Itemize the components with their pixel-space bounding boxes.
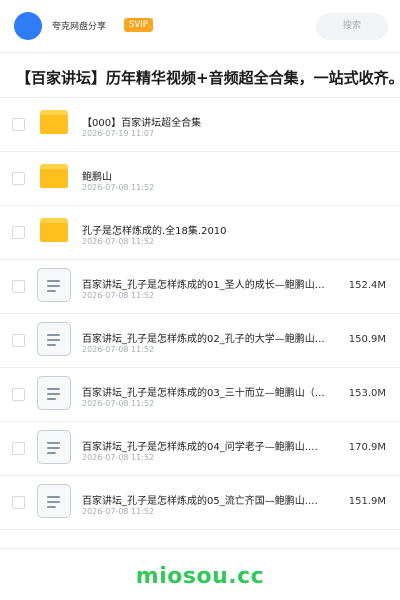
file-icon [37,430,71,464]
item-date: 2026-07-08 11:52 [82,183,155,192]
item-size: 150.9M [348,334,386,345]
watermark: miosou.cc [135,564,265,589]
divider [0,548,400,549]
share-title-bar: 【百家讲坛】历年精华视频+音频超全合集，一站式收齐。 [0,52,400,98]
file-icon [37,268,71,302]
folder-icon [40,164,68,188]
item-name: 【000】百家讲坛超全合集 [82,118,202,129]
row-checkbox[interactable] [12,334,25,347]
share-name: 夸克网盘分享 [52,22,107,32]
file-row[interactable]: 百家讲坛_孔子是怎样炼成的03_三十而立—鲍鹏山（… 2026-07-08 11:… [0,368,400,422]
item-size: 152.4M [348,280,386,291]
item-name: 百家讲坛_孔子是怎样炼成的02_孔子的大学—鲍鹏山… [82,334,325,345]
folder-row[interactable]: 鲍鹏山 2026-07-08 11:52 [0,152,400,206]
item-date: 2026-07-19 11:07 [82,129,155,138]
item-date: 2026-07-08 11:52 [82,237,155,246]
search-input[interactable]: 搜索 [316,13,388,40]
item-size: 153.0M [348,388,386,399]
item-name: 百家讲坛_孔子是怎样炼成的05_流亡齐国—鲍鹏山.… [82,496,318,507]
item-date: 2026-07-08 11:52 [82,507,155,516]
file-icon [37,484,71,518]
folder-icon [40,218,68,242]
file-row[interactable]: 百家讲坛_孔子是怎样炼成的05_流亡齐国—鲍鹏山.… 2026-07-08 11:… [0,476,400,530]
item-size: 151.9M [348,496,386,507]
svip-badge: SVIP [124,18,153,32]
item-date: 2026-07-08 11:52 [82,399,155,408]
file-icon [37,322,71,356]
file-icon [37,376,71,410]
item-date: 2026-07-08 11:52 [82,453,155,462]
row-checkbox[interactable] [12,118,25,131]
item-name: 百家讲坛_孔子是怎样炼成的01_圣人的成长—鲍鹏山… [82,280,325,291]
page-title: 【百家讲坛】历年精华视频+音频超全合集，一站式收齐。 [16,69,400,87]
avatar[interactable] [14,12,42,40]
row-checkbox[interactable] [12,388,25,401]
item-name: 鲍鹏山 [82,172,112,183]
file-list: 【000】百家讲坛超全合集 2026-07-19 11:07 鲍鹏山 2026-07-… [0,98,400,530]
folder-row[interactable]: 孔子是怎样炼成的.全18集.2010 2026-07-08 11:52 [0,206,400,260]
app-header: 夸克网盘分享 SVIP 搜索 [0,0,400,52]
item-size: 170.9M [348,442,386,453]
item-date: 2026-07-08 11:52 [82,345,155,354]
file-row[interactable]: 百家讲坛_孔子是怎样炼成的04_问学老子—鲍鹏山.… 2026-07-08 11:… [0,422,400,476]
row-checkbox[interactable] [12,226,25,239]
file-row[interactable]: 百家讲坛_孔子是怎样炼成的02_孔子的大学—鲍鹏山… 2026-07-08 11:… [0,314,400,368]
item-name: 百家讲坛_孔子是怎样炼成的03_三十而立—鲍鹏山（… [82,388,325,399]
file-row[interactable]: 百家讲坛_孔子是怎样炼成的01_圣人的成长—鲍鹏山… 2026-07-08 11:… [0,260,400,314]
item-name: 孔子是怎样炼成的.全18集.2010 [82,226,227,237]
row-checkbox[interactable] [12,496,25,509]
item-date: 2026-07-08 11:52 [82,291,155,300]
row-checkbox[interactable] [12,442,25,455]
row-checkbox[interactable] [12,172,25,185]
row-checkbox[interactable] [12,280,25,293]
folder-row[interactable]: 【000】百家讲坛超全合集 2026-07-19 11:07 [0,98,400,152]
item-name: 百家讲坛_孔子是怎样炼成的04_问学老子—鲍鹏山.… [82,442,318,453]
folder-icon [40,110,68,134]
